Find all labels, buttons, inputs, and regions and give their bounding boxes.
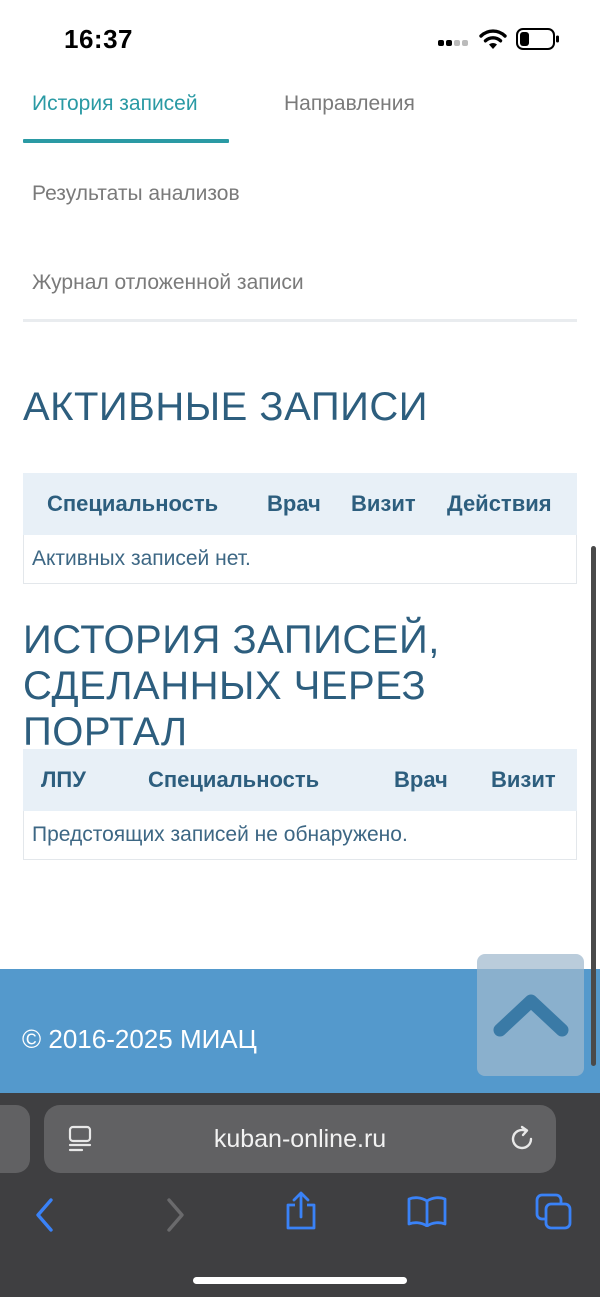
column-header-specialty: Специальность: [47, 491, 219, 516]
table-row: Активных записей нет.: [23, 535, 577, 584]
tab-test-results[interactable]: Результаты анализов: [32, 182, 240, 206]
history-title-line1: ИСТОРИЯ ЗАПИСЕЙ,: [23, 618, 440, 662]
history-title: ИСТОРИЯ ЗАПИСЕЙ, СДЕЛАННЫХ ЧЕРЕЗ ПОРТАЛ: [23, 617, 600, 755]
previous-tab-preview[interactable]: [0, 1105, 30, 1173]
home-indicator[interactable]: [193, 1277, 407, 1284]
address-bar[interactable]: kuban-online.ru: [44, 1105, 556, 1173]
table-header: ЛПУ Специальность Врач Визит: [23, 749, 577, 811]
table-row: Предстоящих записей не обнаружено.: [23, 811, 577, 860]
chevron-right-icon[interactable]: [164, 1197, 186, 1233]
scrollbar[interactable]: [591, 546, 596, 1066]
wifi-icon: [479, 29, 507, 49]
active-records-table: Специальность Врач Визит Действия Активн…: [23, 473, 577, 584]
url-text: kuban-online.ru: [213, 1125, 387, 1153]
status-bar: 16:37: [0, 0, 600, 80]
column-header-actions: Действия: [447, 491, 552, 516]
column-header-specialty: Специальность: [148, 767, 320, 792]
tab-deferred-log[interactable]: Журнал отложенной записи: [32, 271, 304, 295]
tabs-icon[interactable]: [535, 1193, 573, 1231]
active-tab-indicator: [23, 139, 229, 143]
share-icon[interactable]: [284, 1191, 318, 1231]
tab-referrals[interactable]: Направления: [284, 92, 415, 116]
history-table: ЛПУ Специальность Врач Визит Предстоящих…: [23, 749, 577, 860]
active-records-title: АКТИВНЫЕ ЗАПИСИ: [23, 385, 428, 429]
column-header-visit: Визит: [491, 767, 556, 792]
battery-icon: [516, 28, 559, 50]
copyright: © 2016-2025 МИАЦ: [22, 1024, 257, 1054]
scroll-to-top-button[interactable]: [477, 954, 584, 1076]
chevron-up-icon: [493, 994, 569, 1037]
column-header-doctor: Врач: [267, 491, 321, 516]
column-header-visit: Визит: [351, 491, 416, 516]
chevron-left-icon[interactable]: [34, 1197, 56, 1233]
empty-message: Предстоящих записей не обнаружено.: [32, 823, 408, 846]
column-header-lpu: ЛПУ: [41, 767, 86, 792]
tab-history[interactable]: История записей: [32, 92, 198, 116]
reload-icon[interactable]: [510, 1125, 536, 1153]
empty-message: Активных записей нет.: [32, 547, 251, 570]
column-header-doctor: Врач: [394, 767, 448, 792]
cellular-signal-icon: [438, 36, 470, 50]
tabs-divider: [23, 319, 577, 322]
history-title-line2: СДЕЛАННЫХ ЧЕРЕЗ ПОРТАЛ: [23, 664, 427, 754]
browser-toolbar: kuban-online.ru: [0, 1093, 600, 1297]
status-time: 16:37: [64, 24, 133, 54]
book-icon[interactable]: [407, 1195, 447, 1227]
table-header: Специальность Врач Визит Действия: [23, 473, 577, 535]
